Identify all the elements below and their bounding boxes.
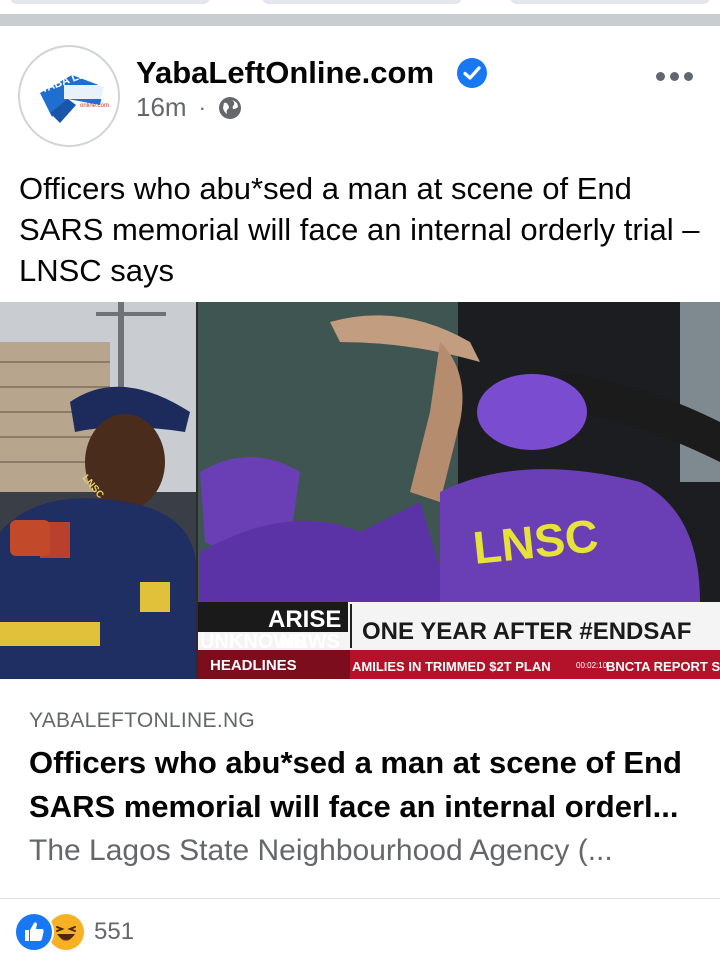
post-meta: 16m · — [136, 92, 242, 123]
link-domain: YABALEFTONLINE.NG — [29, 709, 256, 732]
unknown-caption-text: UNKNOWN — [200, 631, 307, 653]
news-photo: LNSC LNSC ARISE NEWS UNKNOWN ONE YEAR AF… — [0, 302, 720, 679]
globe-icon — [218, 96, 241, 119]
yabaleft-logo-icon: YABA LEFT online.com — [24, 51, 118, 145]
link-title[interactable]: Officers who abu*sed a man at scene of E… — [29, 741, 699, 829]
ticker-sub2-text: BNCTA REPORT S — [606, 659, 720, 674]
page-avatar[interactable]: YABA LEFT online.com — [18, 45, 120, 147]
more-options-button[interactable] — [656, 63, 700, 89]
reactions-divider — [0, 898, 720, 899]
headlines-label: HEADLINES — [210, 657, 297, 674]
meta-separator: · — [198, 94, 206, 120]
link-title-line2: SARS memorial will face an internal orde… — [29, 789, 679, 824]
ticker-main-text: ONE YEAR AFTER #ENDSAF — [362, 618, 691, 645]
avatar-logo-subtext: online.com — [80, 103, 109, 109]
link-preview-image[interactable]: LNSC LNSC ARISE NEWS UNKNOWN ONE YEAR AF… — [0, 302, 720, 679]
link-title-line1: Officers who abu*sed a man at scene of E… — [29, 745, 682, 780]
arise-logo-text: ARISE — [268, 606, 341, 633]
link-description: The Lagos State Neighbourhood Agency (..… — [29, 834, 613, 867]
previous-action-button[interactable] — [10, 0, 210, 4]
ticker-sub-text: AMILIES IN TRIMMED $2T PLAN — [352, 659, 551, 674]
like-reaction-icon — [14, 912, 54, 952]
post-text: Officers who abu*sed a man at scene of E… — [19, 171, 700, 288]
ticker-time-text: 00:02:10 — [576, 661, 608, 670]
more-options-icon — [656, 71, 665, 81]
page-name[interactable]: YabaLeftOnline.com — [136, 55, 434, 91]
reaction-count: 551 — [94, 918, 135, 945]
previous-action-button[interactable] — [262, 0, 462, 4]
feed-separator — [0, 14, 720, 26]
reactions-summary[interactable]: 551 — [14, 910, 134, 954]
post-timestamp[interactable]: 16m — [136, 92, 187, 123]
previous-action-button[interactable] — [510, 0, 710, 4]
verified-badge-icon — [457, 58, 487, 88]
